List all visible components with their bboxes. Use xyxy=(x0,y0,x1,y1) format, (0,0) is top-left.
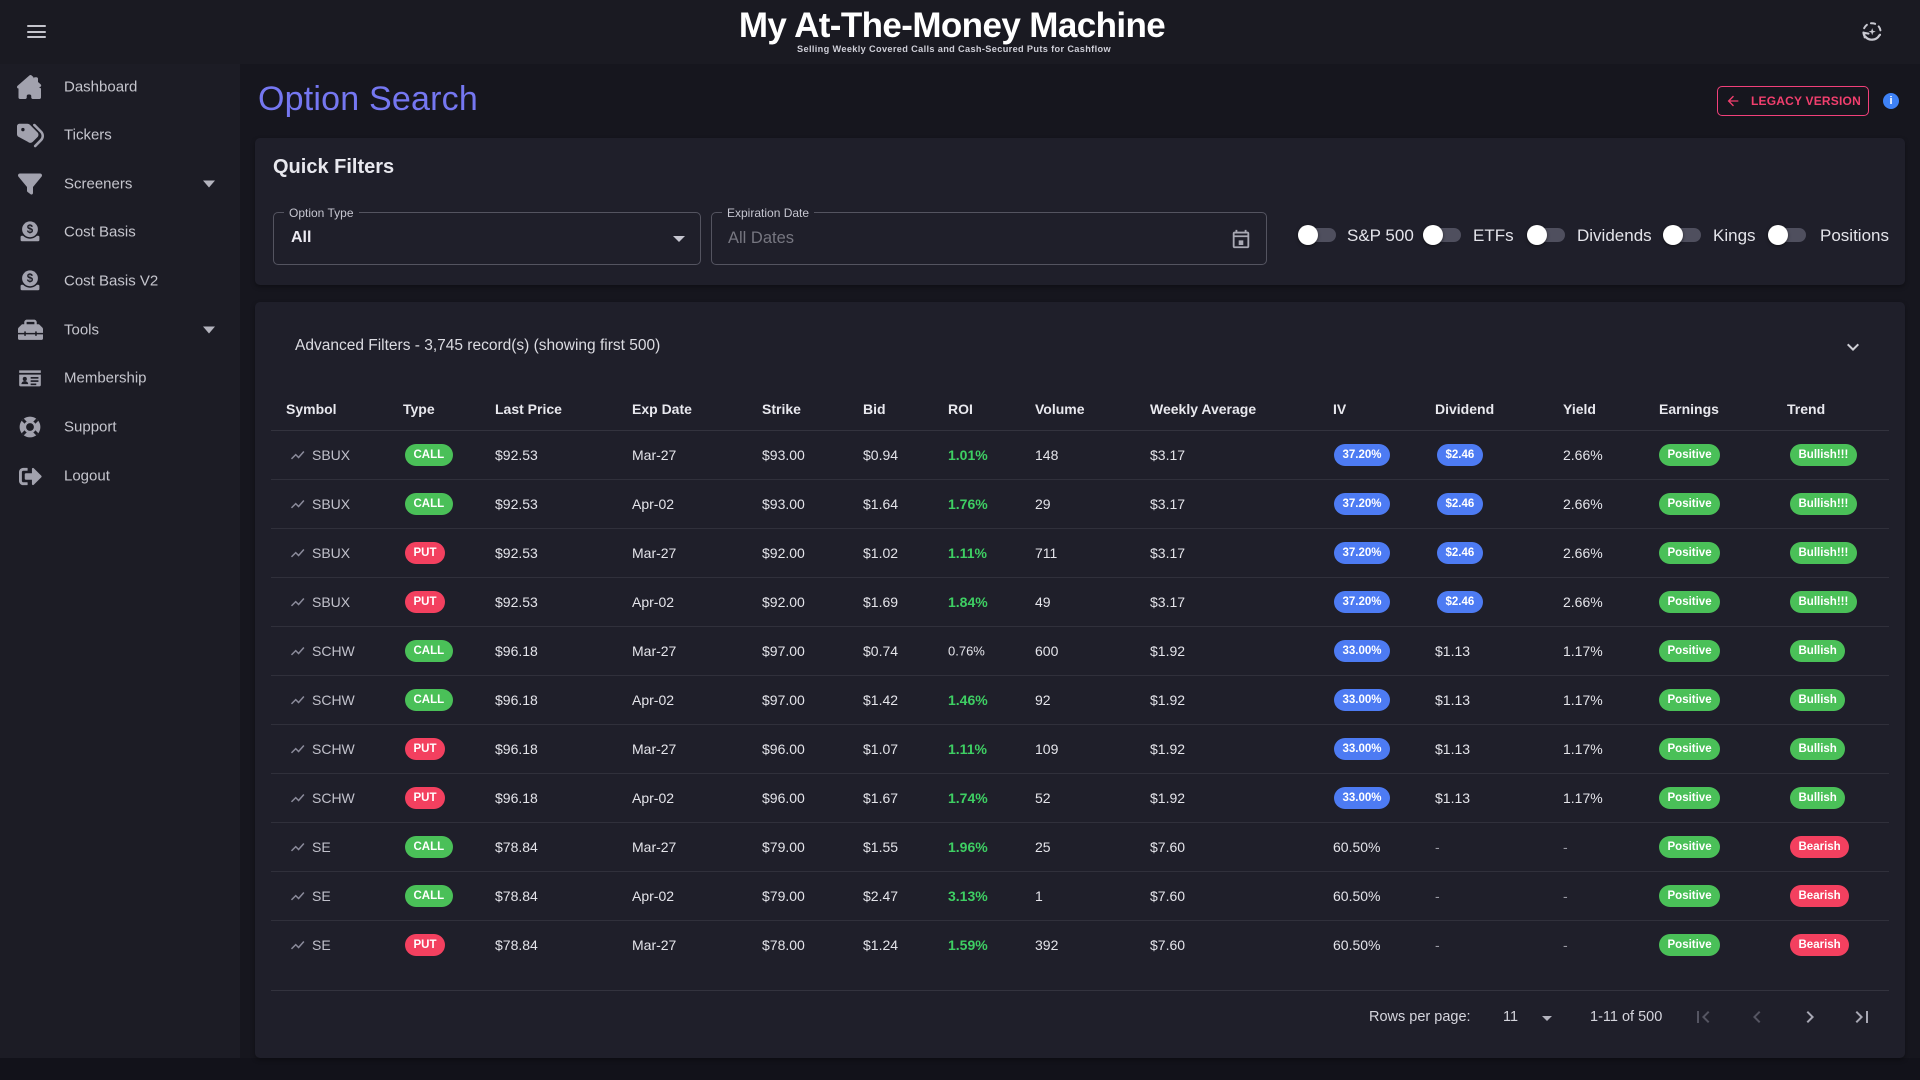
svg-text:$: $ xyxy=(27,224,34,236)
svg-text:$: $ xyxy=(27,273,34,285)
